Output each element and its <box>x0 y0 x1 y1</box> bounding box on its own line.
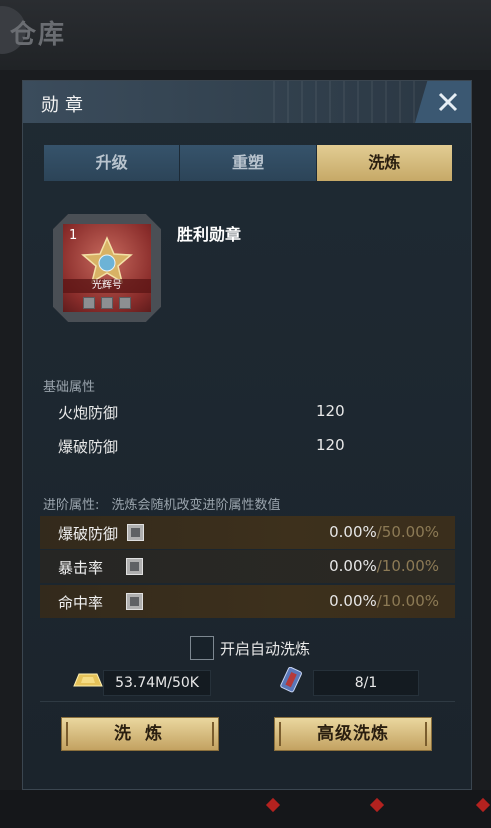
base-attribute-row: 火炮防御 120 <box>58 402 358 423</box>
refine-scroll-icon <box>280 667 302 693</box>
medal-gem-slot <box>119 297 131 309</box>
medal-level: 1 <box>69 228 78 243</box>
tab-bar: 升级 重塑 洗炼 <box>44 145 452 181</box>
advanced-attribute-value: 0.00%/50.00% <box>329 523 439 541</box>
medal-gem-slot <box>101 297 113 309</box>
medal-name: 胜利勋章 <box>177 225 242 244</box>
advanced-attributes-hint: 洗炼会随机改变进阶属性数值 <box>111 498 281 513</box>
advanced-attribute-value: 0.00%/10.00% <box>329 557 439 575</box>
close-button[interactable] <box>415 81 471 123</box>
base-attribute-value: 120 <box>316 436 345 454</box>
advanced-attribute-name: 命中率 <box>58 594 104 612</box>
lock-icon[interactable] <box>126 558 143 575</box>
medal-star-icon <box>81 236 133 284</box>
medal-dialog: 勋章 升级 重塑 洗炼 1 光辉号 胜利勋章 基础属性 火炮防御 120 爆破防… <box>22 80 472 790</box>
tab-upgrade[interactable]: 升级 <box>44 145 181 181</box>
auto-refine-checkbox[interactable] <box>190 636 214 660</box>
advanced-attribute-row: 爆破防御 0.00%/50.00% <box>40 516 455 549</box>
advanced-attribute-name: 爆破防御 <box>58 525 119 543</box>
divider <box>40 701 455 702</box>
base-attribute-row: 爆破防御 120 <box>58 436 358 457</box>
gold-bar-icon <box>73 673 103 687</box>
medal-gem-slot <box>83 297 95 309</box>
dialog-header: 勋章 <box>23 81 471 123</box>
advanced-attribute-name: 暴击率 <box>58 559 104 577</box>
advanced-attributes-label: 进阶属性: <box>43 498 100 513</box>
auto-refine-label: 开启自动洗炼 <box>220 640 311 658</box>
background-header <box>0 0 491 70</box>
lock-icon[interactable] <box>126 593 143 610</box>
background-bottom-bar <box>0 790 491 828</box>
medal-ribbon-text: 光辉号 <box>63 279 151 293</box>
refine-button[interactable]: 洗 炼 <box>61 717 219 751</box>
advanced-refine-button[interactable]: 高级洗炼 <box>274 717 432 751</box>
base-attribute-value: 120 <box>316 402 345 420</box>
gold-cost: 53.74M/50K <box>103 670 211 696</box>
advanced-attribute-value: 0.00%/10.00% <box>329 592 439 610</box>
header-decoration <box>273 81 423 123</box>
background-title: 仓库 <box>10 20 67 50</box>
advanced-attribute-row: 暴击率 0.00%/10.00% <box>40 550 455 583</box>
advanced-attribute-row: 命中率 0.00%/10.00% <box>40 585 455 618</box>
base-attribute-name: 火炮防御 <box>58 404 119 422</box>
base-attribute-name: 爆破防御 <box>58 438 119 456</box>
dialog-title: 勋章 <box>41 95 89 116</box>
tab-reshape[interactable]: 重塑 <box>180 145 317 181</box>
close-icon <box>438 92 458 112</box>
advanced-attributes-header: 进阶属性: 洗炼会随机改变进阶属性数值 <box>43 494 281 513</box>
tab-refine[interactable]: 洗炼 <box>316 145 452 181</box>
scroll-cost: 8/1 <box>313 670 419 696</box>
lock-icon[interactable] <box>127 524 144 541</box>
base-attributes-label: 基础属性 <box>43 380 96 395</box>
